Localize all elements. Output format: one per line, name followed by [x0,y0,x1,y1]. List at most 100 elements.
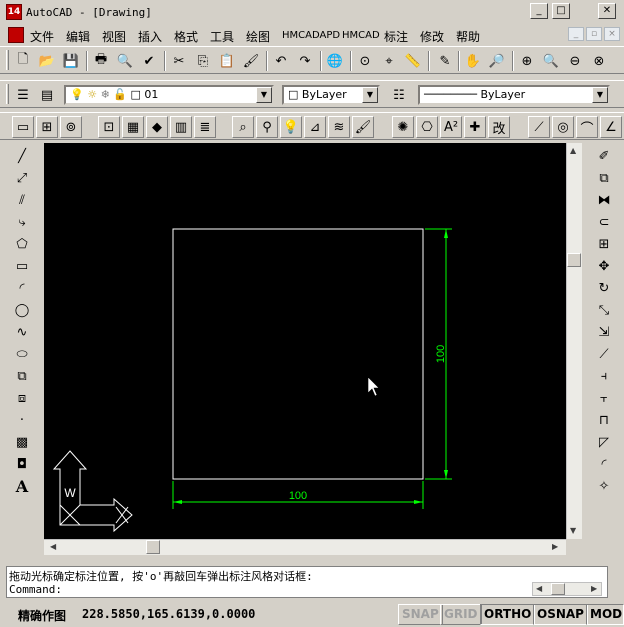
drawing-canvas[interactable]: 100 100 W [44,143,566,539]
menu-view[interactable]: 视图 [102,28,126,45]
grid-toggle[interactable]: GRID [440,604,482,625]
copy-object-icon[interactable]: ⧉ [593,167,615,189]
break-icon[interactable]: ⊓ [593,409,615,431]
chamfer-icon[interactable]: ◸ [593,431,615,453]
osnap-toggle[interactable]: OSNAP [533,604,588,625]
horizontal-scrollbar[interactable]: ◀ ▶ [44,539,566,555]
menu-file[interactable]: 文件 [30,28,54,45]
zoom-in-icon[interactable]: 🔍 [540,50,562,72]
linetype-dropdown[interactable]: ──────── ByLayer ▼ [418,85,610,105]
scroll-right-icon[interactable]: ▶ [552,542,558,551]
fillet-icon[interactable]: ◜ [593,453,615,475]
ucs-icon[interactable]: ⌖ [378,50,400,72]
print-preview-icon[interactable]: 🔍 [114,50,136,72]
menu-hmcadapd[interactable]: HMCADAPD [282,30,340,41]
coordinate-readout[interactable]: 228.5850,165.6139,0.0000 [82,607,255,621]
scroll-left-icon[interactable]: ◀ [50,542,56,551]
mirror-icon[interactable]: ⧓ [593,189,615,211]
scroll-up-icon[interactable]: ▲ [570,146,576,155]
table-icon[interactable]: ▥ [170,116,192,138]
construction-line-icon[interactable]: ⤢ [11,167,33,189]
minimize-button[interactable]: _ [530,3,548,19]
polygon-icon[interactable]: ⬠ [11,233,33,255]
rectangle-icon[interactable]: ▭ [11,255,33,277]
make-block-icon[interactable]: ⧈ [11,387,33,409]
toolbar-grip[interactable] [6,84,9,104]
rectangle-geometry[interactable] [172,228,424,480]
menu-modify[interactable]: 修改 [420,28,444,45]
toolbar-grip[interactable] [6,50,9,70]
autocad-app-icon[interactable]: 14 [6,4,22,20]
multiline-text-icon[interactable]: A [11,475,33,497]
line-icon[interactable]: ╱ [11,145,33,167]
linear-dimension-icon[interactable]: ⟋ [528,116,550,138]
layer-dropdown[interactable]: 💡 ☼ ❄ 🔓 □ 01 ▼ [64,85,274,105]
brush-icon[interactable]: 🖌 [352,116,374,138]
scroll-right-icon[interactable]: ▶ [591,584,597,593]
pan-icon[interactable]: ✋ [462,50,484,72]
inquiry-icon[interactable]: 📏 [402,50,424,72]
extend-icon[interactable]: ⫟ [593,387,615,409]
layer-isolate-icon[interactable]: ⊿ [304,116,326,138]
cut-icon[interactable]: ✂ [168,50,190,72]
document-icon[interactable] [8,27,24,43]
linetype-icon[interactable]: ☷ [388,84,410,106]
layers-icon[interactable]: ☰ [12,84,34,106]
menu-format[interactable]: 格式 [174,28,198,45]
angular-dimension-icon[interactable]: ∠ [600,116,622,138]
spell-check-icon[interactable]: ✔ [138,50,160,72]
maximize-button[interactable]: □ [552,3,570,19]
model-toggle[interactable]: MODE [586,604,624,625]
explode-icon[interactable]: ✺ [392,116,414,138]
radius-dimension-icon[interactable]: ◎ [552,116,574,138]
rotate-icon[interactable]: ↻ [593,277,615,299]
menu-edit[interactable]: 编辑 [66,28,90,45]
circle-icon[interactable]: ◯ [11,299,33,321]
zoom-window-icon[interactable]: ⊕ [516,50,538,72]
doc-minimize-button[interactable]: _ [568,27,584,41]
menu-tools[interactable]: 工具 [210,28,234,45]
region-icon[interactable]: ◘ [11,453,33,475]
command-scroll-thumb[interactable] [551,583,565,595]
offset-icon[interactable]: ⊂ [593,211,615,233]
paste-icon[interactable]: 📋 [216,50,238,72]
chevron-down-icon[interactable]: ▼ [256,87,272,103]
layer-off-icon[interactable]: ≋ [328,116,350,138]
dimension-text-icon[interactable]: A² [440,116,462,138]
lightbulb-icon[interactable]: 💡 [280,116,302,138]
erase-icon[interactable]: ✐ [593,145,615,167]
make-current-layer-icon[interactable]: ▤ [36,84,58,106]
chevron-down-icon[interactable]: ▼ [592,87,608,103]
undo-icon[interactable]: ↶ [270,50,292,72]
print-setup-icon[interactable]: ⊚ [60,116,82,138]
title-bar[interactable]: 14 AutoCAD - [Drawing] _ □ ✕ [0,0,624,24]
doc-restore-button[interactable]: ▫ [586,27,602,41]
copy-icon[interactable]: ⎘ [192,50,214,72]
hyperlink-icon[interactable]: 🌐 [324,50,346,72]
print-icon[interactable]: 🖶 [90,50,112,72]
scale-icon[interactable]: ⤡ [593,299,615,321]
command-window[interactable]: 拖动光标确定标注位置, 按'o'再敲回车弹出标注风格对话框: Command: [6,566,608,598]
symbol-library-icon[interactable]: ◆ [146,116,168,138]
array-icon[interactable]: ⊞ [593,233,615,255]
menu-dimension[interactable]: 标注 [384,28,408,45]
close-button[interactable]: ✕ [598,3,616,19]
vertical-scrollbar[interactable]: ▲ ▼ [566,143,582,539]
scroll-left-icon[interactable]: ◀ [536,584,542,593]
chevron-down-icon[interactable]: ▼ [362,87,378,103]
title-block-icon[interactable]: ⊞ [36,116,58,138]
save-icon[interactable]: 💾 [60,50,82,72]
drawing-frame-icon[interactable]: ▭ [12,116,34,138]
insert-block-icon[interactable]: ⧉ [11,365,33,387]
menu-draw[interactable]: 绘图 [246,28,270,45]
block-insert-icon[interactable]: ⊡ [98,116,120,138]
open-folder-icon[interactable]: 📂 [36,50,58,72]
explode-icon[interactable]: ✧ [593,475,615,497]
lengthen-icon[interactable]: ⟋ [593,343,615,365]
stretch-icon[interactable]: ⇲ [593,321,615,343]
menu-hmcad[interactable]: HMCAD [342,30,380,41]
arc-icon[interactable]: ◜ [11,277,33,299]
match-properties-icon[interactable]: 🖌 [240,50,262,72]
block-make-icon[interactable]: ▦ [122,116,144,138]
command-input[interactable]: Command: [9,583,62,596]
